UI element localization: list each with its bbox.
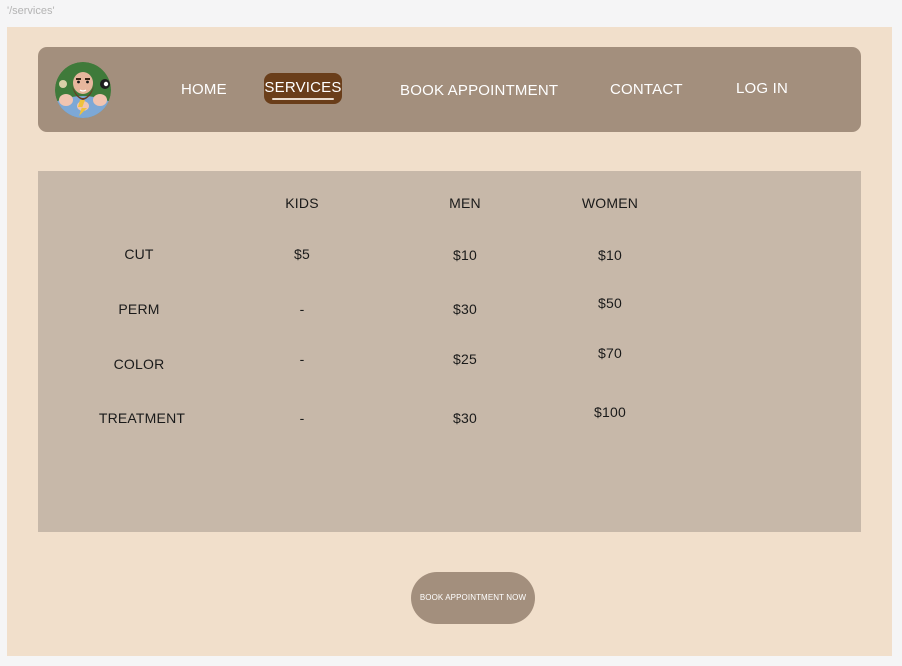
price-cell: -: [299, 410, 305, 426]
route-label: '/services': [7, 5, 55, 17]
price-cell: $30: [453, 301, 477, 317]
price-cell: -: [299, 301, 305, 317]
page-frame: HOME SERVICES BOOK APPOINTMENT CONTACT L…: [7, 27, 892, 656]
nav-book-appointment-link[interactable]: BOOK APPOINTMENT: [400, 82, 558, 99]
price-cell: $70: [598, 345, 622, 361]
service-label: PERM: [118, 301, 160, 317]
navbar: HOME SERVICES BOOK APPOINTMENT CONTACT L…: [38, 47, 861, 132]
nav-services-link[interactable]: SERVICES: [264, 73, 342, 104]
price-cell: $10: [453, 247, 477, 263]
column-header-kids: KIDS: [285, 195, 319, 211]
active-underline: [272, 98, 334, 100]
price-cell: -: [299, 351, 305, 367]
service-label: CUT: [124, 246, 154, 262]
nav-login-link[interactable]: LOG IN: [736, 80, 788, 97]
price-cell: $50: [598, 295, 622, 311]
price-cell: $100: [594, 404, 626, 420]
price-table: KIDS MEN WOMEN CUT $5 $10 $10 PERM - $30…: [38, 171, 861, 532]
column-header-women: WOMEN: [581, 195, 639, 211]
service-label: COLOR: [113, 356, 165, 372]
nav-contact-link[interactable]: CONTACT: [610, 81, 683, 98]
price-cell: $25: [453, 351, 477, 367]
book-appointment-now-button[interactable]: BOOK APPOINTMENT NOW: [411, 572, 535, 624]
service-label: TREATMENT: [98, 410, 186, 426]
price-cell: $30: [453, 410, 477, 426]
nav-services-label: SERVICES: [264, 79, 342, 96]
price-cell: $10: [598, 247, 622, 263]
nav-home-link[interactable]: HOME: [181, 81, 227, 98]
barber-avatar-icon[interactable]: [55, 62, 111, 118]
price-cell: $5: [294, 246, 310, 262]
column-header-men: MEN: [449, 195, 481, 211]
